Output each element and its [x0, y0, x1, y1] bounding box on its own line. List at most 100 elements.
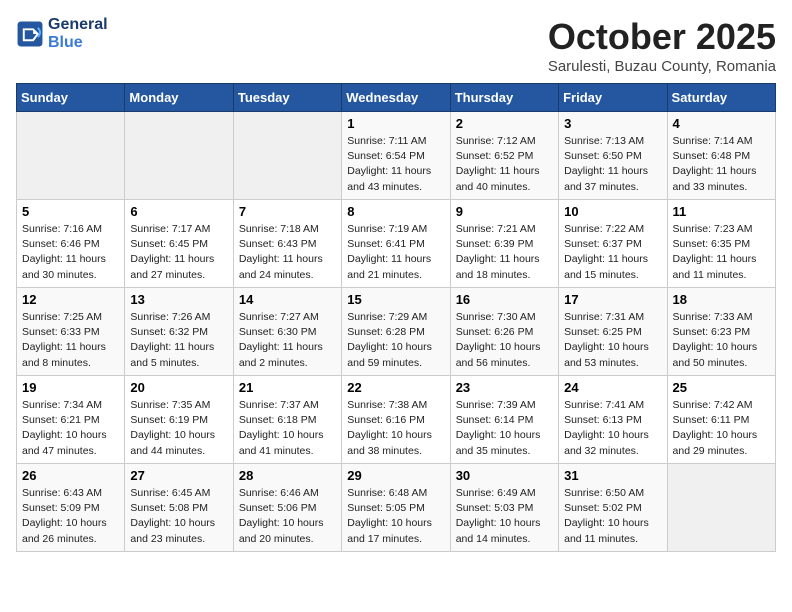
day-info: Sunrise: 7:12 AM Sunset: 6:52 PM Dayligh…: [456, 134, 553, 195]
day-number: 10: [564, 204, 661, 219]
calendar-cell: 25 Sunrise: 7:42 AM Sunset: 6:11 PM Dayli…: [667, 376, 775, 464]
day-info: Sunrise: 7:23 AM Sunset: 6:35 PM Dayligh…: [673, 222, 770, 283]
day-number: 5: [22, 204, 119, 219]
calendar-cell: 16 Sunrise: 7:30 AM Sunset: 6:26 PM Dayli…: [450, 288, 558, 376]
calendar-week-1: 1 Sunrise: 7:11 AM Sunset: 6:54 PM Daylig…: [17, 112, 776, 200]
day-number: 18: [673, 292, 770, 307]
day-number: 11: [673, 204, 770, 219]
calendar-cell: 19Sunrise: 7:34 AM Sunset: 6:21 PM Dayli…: [17, 376, 125, 464]
day-info: Sunrise: 7:31 AM Sunset: 6:25 PM Dayligh…: [564, 310, 661, 371]
calendar-cell: 29Sunrise: 6:48 AM Sunset: 5:05 PM Dayli…: [342, 464, 450, 552]
day-number: 1: [347, 116, 444, 131]
day-info: Sunrise: 7:37 AM Sunset: 6:18 PM Dayligh…: [239, 398, 336, 459]
day-info: Sunrise: 7:21 AM Sunset: 6:39 PM Dayligh…: [456, 222, 553, 283]
calendar-cell: 2 Sunrise: 7:12 AM Sunset: 6:52 PM Daylig…: [450, 112, 558, 200]
day-number: 23: [456, 380, 553, 395]
weekday-header-monday: Monday: [125, 84, 233, 112]
day-number: 17: [564, 292, 661, 307]
weekday-header-friday: Friday: [559, 84, 667, 112]
calendar-cell: 12 Sunrise: 7:25 AM Sunset: 6:33 PM Dayli…: [17, 288, 125, 376]
day-number: 24: [564, 380, 661, 395]
day-info: Sunrise: 6:46 AM Sunset: 5:06 PM Dayligh…: [239, 486, 336, 547]
calendar-cell: 14Sunrise: 7:27 AM Sunset: 6:30 PM Dayli…: [233, 288, 341, 376]
day-number: 25: [673, 380, 770, 395]
day-info: Sunrise: 7:39 AM Sunset: 6:14 PM Dayligh…: [456, 398, 553, 459]
calendar-cell: 20 Sunrise: 7:35 AM Sunset: 6:19 PM Dayli…: [125, 376, 233, 464]
day-number: 8: [347, 204, 444, 219]
calendar-week-2: 5Sunrise: 7:16 AM Sunset: 6:46 PM Daylig…: [17, 200, 776, 288]
calendar-cell: 5Sunrise: 7:16 AM Sunset: 6:46 PM Daylig…: [17, 200, 125, 288]
calendar-week-3: 12 Sunrise: 7:25 AM Sunset: 6:33 PM Dayli…: [17, 288, 776, 376]
calendar-cell: 15Sunrise: 7:29 AM Sunset: 6:28 PM Dayli…: [342, 288, 450, 376]
day-number: 21: [239, 380, 336, 395]
calendar-cell: [17, 112, 125, 200]
calendar-cell: [667, 464, 775, 552]
weekday-header-thursday: Thursday: [450, 84, 558, 112]
weekday-header-tuesday: Tuesday: [233, 84, 341, 112]
calendar-cell: 21 Sunrise: 7:37 AM Sunset: 6:18 PM Dayli…: [233, 376, 341, 464]
calendar-cell: 26 Sunrise: 6:43 AM Sunset: 5:09 PM Dayli…: [17, 464, 125, 552]
calendar-cell: 13 Sunrise: 7:26 AM Sunset: 6:32 PM Dayli…: [125, 288, 233, 376]
calendar-cell: 27 Sunrise: 6:45 AM Sunset: 5:08 PM Dayli…: [125, 464, 233, 552]
calendar-cell: 3Sunrise: 7:13 AM Sunset: 6:50 PM Daylig…: [559, 112, 667, 200]
day-info: Sunrise: 7:30 AM Sunset: 6:26 PM Dayligh…: [456, 310, 553, 371]
day-info: Sunrise: 6:45 AM Sunset: 5:08 PM Dayligh…: [130, 486, 227, 547]
day-info: Sunrise: 6:49 AM Sunset: 5:03 PM Dayligh…: [456, 486, 553, 547]
calendar-cell: 7 Sunrise: 7:18 AM Sunset: 6:43 PM Daylig…: [233, 200, 341, 288]
day-info: Sunrise: 7:22 AM Sunset: 6:37 PM Dayligh…: [564, 222, 661, 283]
day-number: 7: [239, 204, 336, 219]
day-info: Sunrise: 7:34 AM Sunset: 6:21 PM Dayligh…: [22, 398, 119, 459]
calendar-week-4: 19Sunrise: 7:34 AM Sunset: 6:21 PM Dayli…: [17, 376, 776, 464]
day-number: 13: [130, 292, 227, 307]
day-number: 9: [456, 204, 553, 219]
page-header: General Blue October 2025 Sarulesti, Buz…: [16, 16, 776, 75]
day-number: 3: [564, 116, 661, 131]
day-number: 2: [456, 116, 553, 131]
title-block: October 2025 Sarulesti, Buzau County, Ro…: [548, 16, 776, 75]
day-number: 4: [673, 116, 770, 131]
calendar-cell: 10 Sunrise: 7:22 AM Sunset: 6:37 PM Dayli…: [559, 200, 667, 288]
day-info: Sunrise: 7:33 AM Sunset: 6:23 PM Dayligh…: [673, 310, 770, 371]
calendar-cell: 31Sunrise: 6:50 AM Sunset: 5:02 PM Dayli…: [559, 464, 667, 552]
calendar-cell: 30 Sunrise: 6:49 AM Sunset: 5:03 PM Dayli…: [450, 464, 558, 552]
day-number: 12: [22, 292, 119, 307]
day-number: 16: [456, 292, 553, 307]
day-number: 14: [239, 292, 336, 307]
calendar-cell: [233, 112, 341, 200]
weekday-header-sunday: Sunday: [17, 84, 125, 112]
location-subtitle: Sarulesti, Buzau County, Romania: [548, 58, 776, 75]
day-info: Sunrise: 7:17 AM Sunset: 6:45 PM Dayligh…: [130, 222, 227, 283]
calendar-cell: 1 Sunrise: 7:11 AM Sunset: 6:54 PM Daylig…: [342, 112, 450, 200]
logo: General Blue: [16, 16, 108, 52]
day-number: 31: [564, 468, 661, 483]
day-number: 30: [456, 468, 553, 483]
day-info: Sunrise: 7:35 AM Sunset: 6:19 PM Dayligh…: [130, 398, 227, 459]
calendar-cell: 22Sunrise: 7:38 AM Sunset: 6:16 PM Dayli…: [342, 376, 450, 464]
day-info: Sunrise: 7:25 AM Sunset: 6:33 PM Dayligh…: [22, 310, 119, 371]
calendar-cell: 24Sunrise: 7:41 AM Sunset: 6:13 PM Dayli…: [559, 376, 667, 464]
day-info: Sunrise: 7:26 AM Sunset: 6:32 PM Dayligh…: [130, 310, 227, 371]
day-info: Sunrise: 7:38 AM Sunset: 6:16 PM Dayligh…: [347, 398, 444, 459]
day-info: Sunrise: 7:19 AM Sunset: 6:41 PM Dayligh…: [347, 222, 444, 283]
logo-icon: [16, 20, 44, 48]
calendar-cell: 28Sunrise: 6:46 AM Sunset: 5:06 PM Dayli…: [233, 464, 341, 552]
day-number: 27: [130, 468, 227, 483]
logo-text: General Blue: [48, 16, 108, 52]
calendar-week-5: 26 Sunrise: 6:43 AM Sunset: 5:09 PM Dayli…: [17, 464, 776, 552]
calendar-cell: 11 Sunrise: 7:23 AM Sunset: 6:35 PM Dayli…: [667, 200, 775, 288]
calendar-cell: 23 Sunrise: 7:39 AM Sunset: 6:14 PM Dayli…: [450, 376, 558, 464]
day-info: Sunrise: 6:43 AM Sunset: 5:09 PM Dayligh…: [22, 486, 119, 547]
day-info: Sunrise: 7:18 AM Sunset: 6:43 PM Dayligh…: [239, 222, 336, 283]
day-info: Sunrise: 7:14 AM Sunset: 6:48 PM Dayligh…: [673, 134, 770, 195]
day-number: 29: [347, 468, 444, 483]
day-info: Sunrise: 7:29 AM Sunset: 6:28 PM Dayligh…: [347, 310, 444, 371]
calendar-cell: 17 Sunrise: 7:31 AM Sunset: 6:25 PM Dayli…: [559, 288, 667, 376]
day-number: 26: [22, 468, 119, 483]
calendar-cell: 8 Sunrise: 7:19 AM Sunset: 6:41 PM Daylig…: [342, 200, 450, 288]
day-info: Sunrise: 7:42 AM Sunset: 6:11 PM Dayligh…: [673, 398, 770, 459]
weekday-header-saturday: Saturday: [667, 84, 775, 112]
calendar-cell: [125, 112, 233, 200]
day-info: Sunrise: 7:11 AM Sunset: 6:54 PM Dayligh…: [347, 134, 444, 195]
calendar-cell: 18 Sunrise: 7:33 AM Sunset: 6:23 PM Dayli…: [667, 288, 775, 376]
day-number: 20: [130, 380, 227, 395]
